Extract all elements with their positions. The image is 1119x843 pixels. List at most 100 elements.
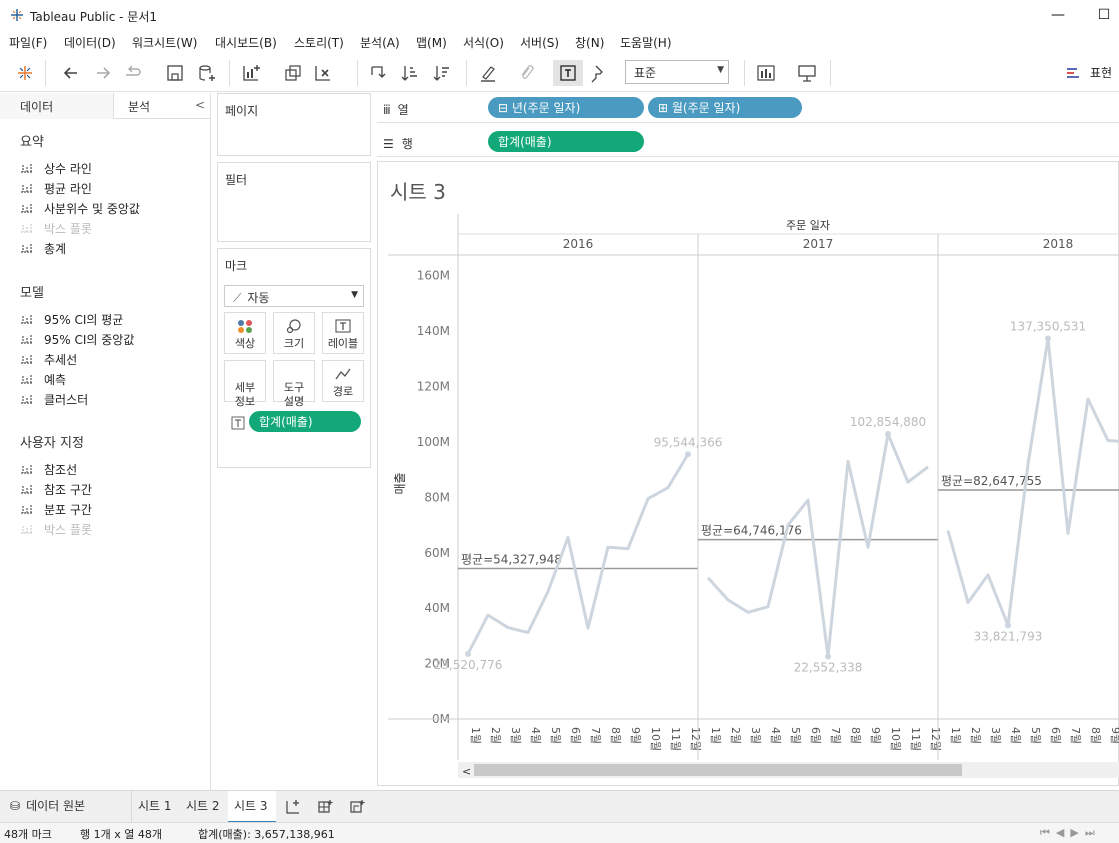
new-story-icon[interactable] [349, 799, 365, 815]
replay-icon[interactable] [122, 62, 144, 84]
detail-label: 세부 정보 [234, 381, 256, 408]
size-icon [286, 319, 301, 333]
x-tick-label: 8월 [849, 727, 862, 744]
analytics-item[interactable]: 예측 [20, 371, 66, 389]
analytics-item-label: 분포 구간 [44, 503, 92, 517]
menu-window[interactable]: 창(N) [575, 34, 604, 51]
x-tick-label: 8월 [609, 727, 622, 744]
new-worksheet-icon[interactable] [240, 62, 262, 84]
size-label: 크기 [283, 337, 305, 350]
analytics-item[interactable]: 사분위수 및 중앙값 [20, 200, 140, 218]
analytics-item-icon [20, 313, 34, 325]
filters-card-title: 필터 [225, 173, 248, 187]
x-tick-label: 11월 [669, 727, 682, 751]
analytics-item[interactable]: 평균 라인 [20, 180, 92, 198]
mark-type-dropdown[interactable]: ⟋ 자동 ▼ [224, 285, 364, 307]
data-label: 33,821,793 [974, 629, 1043, 643]
tab-analytics-label[interactable]: 분석 [128, 98, 150, 115]
minimize-button[interactable]: — [1038, 2, 1078, 28]
analytics-item[interactable]: 95% CI의 평균 [20, 311, 123, 329]
pages-card[interactable]: 페이지 [217, 93, 371, 156]
analytics-item-icon [20, 373, 34, 385]
menu-bar: 파일(F) 데이터(D) 워크시트(W) 대시보드(B) 스토리(T) 분석(A… [0, 30, 1119, 54]
sheet-navigation-arrows[interactable]: ⏮◀▶⏭ [1040, 826, 1101, 840]
show-me-panel-icon[interactable] [1066, 62, 1082, 84]
menu-file[interactable]: 파일(F) [9, 34, 47, 51]
analytics-item[interactable]: 클러스터 [20, 391, 88, 409]
save-icon[interactable] [164, 62, 186, 84]
tab-data-label[interactable]: 데이터 [20, 98, 53, 115]
clear-sheet-icon[interactable] [312, 62, 334, 84]
sheet-tab-3[interactable]: 시트 3 [234, 797, 268, 814]
duplicate-sheet-icon[interactable] [282, 62, 304, 84]
rows-icon: ☰ [383, 137, 394, 151]
path-icon [335, 368, 351, 380]
month-order-date-pill[interactable]: ⊞ 월(주문 일자) [648, 97, 802, 118]
menu-format[interactable]: 서식(O) [463, 34, 504, 51]
maximize-button[interactable]: ☐ [1084, 2, 1119, 28]
tooltip-button[interactable]: 도구 설명 [273, 360, 315, 408]
menu-dashboard[interactable]: 대시보드(B) [215, 34, 277, 51]
menu-map[interactable]: 맵(M) [416, 34, 447, 51]
analytics-item[interactable]: 박스 플롯 [20, 521, 92, 539]
menu-story[interactable]: 스토리(T) [294, 34, 344, 51]
show-mark-labels-icon[interactable] [557, 62, 579, 84]
new-worksheet-tab-icon[interactable] [285, 799, 301, 815]
sheet-tab-2[interactable]: 시트 2 [186, 797, 220, 814]
rows-shelf[interactable]: ☰ 행 합계(매출) [377, 127, 1119, 157]
analytics-item[interactable]: 박스 플롯 [20, 220, 92, 238]
analytics-item[interactable]: 참조선 [20, 461, 77, 479]
color-button[interactable]: 색상 [224, 312, 266, 354]
columns-shelf-label: ⅲ열 [383, 101, 409, 118]
menu-help[interactable]: 도움말(H) [620, 34, 672, 51]
new-datasource-icon[interactable] [196, 62, 218, 84]
menu-analysis[interactable]: 분석(A) [360, 34, 400, 51]
year-order-date-pill[interactable]: ⊟ 년(주문 일자) [488, 97, 644, 118]
fit-select-value: 표준 [634, 66, 657, 80]
label-button[interactable]: 레이블 [322, 312, 364, 354]
highlight-icon[interactable] [477, 62, 499, 84]
path-button[interactable]: 경로 [322, 360, 364, 402]
tab-data[interactable] [0, 93, 114, 119]
detail-button[interactable]: 세부 정보 [224, 360, 266, 408]
columns-shelf[interactable]: ⅲ열 ⊟ 년(주문 일자) ⊞ 월(주문 일자) [377, 93, 1119, 123]
analytics-item-icon [20, 353, 34, 365]
undo-icon[interactable] [60, 62, 82, 84]
menu-worksheet[interactable]: 워크시트(W) [132, 34, 197, 51]
y-axis-label: 매출 [393, 472, 407, 494]
swap-rows-columns-icon[interactable] [367, 62, 389, 84]
group-members-icon[interactable] [515, 62, 537, 84]
analytics-item[interactable]: 95% CI의 중앙값 [20, 331, 134, 349]
analytics-item-label: 클러스터 [44, 393, 89, 407]
sort-descending-icon[interactable] [431, 62, 453, 84]
datasource-tab[interactable]: ⛁ 데이터 원본 [10, 797, 85, 814]
fit-select[interactable]: 표준 ▼ [625, 60, 729, 84]
menu-server[interactable]: 서버(S) [520, 34, 559, 51]
scroll-left-icon: < [462, 765, 471, 778]
menu-data[interactable]: 데이터(D) [64, 34, 116, 51]
tableau-home-icon[interactable] [14, 62, 36, 84]
marks-label-pill[interactable]: 합계(매출) [249, 411, 361, 432]
redo-icon[interactable] [92, 62, 114, 84]
fix-axes-icon[interactable] [588, 62, 610, 84]
year-header-2018: 2018 [1043, 237, 1074, 251]
x-tick-label: 12월 [929, 727, 942, 751]
analytics-item[interactable]: 분포 구간 [20, 501, 92, 519]
sort-ascending-icon[interactable] [399, 62, 421, 84]
presentation-mode-icon[interactable] [796, 62, 818, 84]
sales-line-chart: 주문 일자0M20M40M60M80M100M120M140M160M매출201… [388, 214, 1119, 778]
filters-card[interactable]: 필터 [217, 162, 371, 242]
size-button[interactable]: 크기 [273, 312, 315, 354]
analytics-item[interactable]: 상수 라인 [20, 160, 92, 178]
show-me-label[interactable]: 표현 [1090, 64, 1112, 81]
analytics-item[interactable]: 총계 [20, 240, 66, 258]
new-dashboard-icon[interactable] [317, 799, 333, 815]
analytics-item[interactable]: 추세선 [20, 351, 77, 369]
collapse-pane-icon[interactable]: < [195, 98, 205, 112]
show-me-icon[interactable] [755, 62, 777, 84]
model-section-title: 모델 [20, 286, 44, 301]
analytics-item[interactable]: 참조 구간 [20, 481, 92, 499]
sheet-tab-1[interactable]: 시트 1 [138, 797, 172, 814]
x-tick-label: 3월 [509, 727, 522, 744]
sum-sales-pill[interactable]: 합계(매출) [488, 131, 644, 152]
